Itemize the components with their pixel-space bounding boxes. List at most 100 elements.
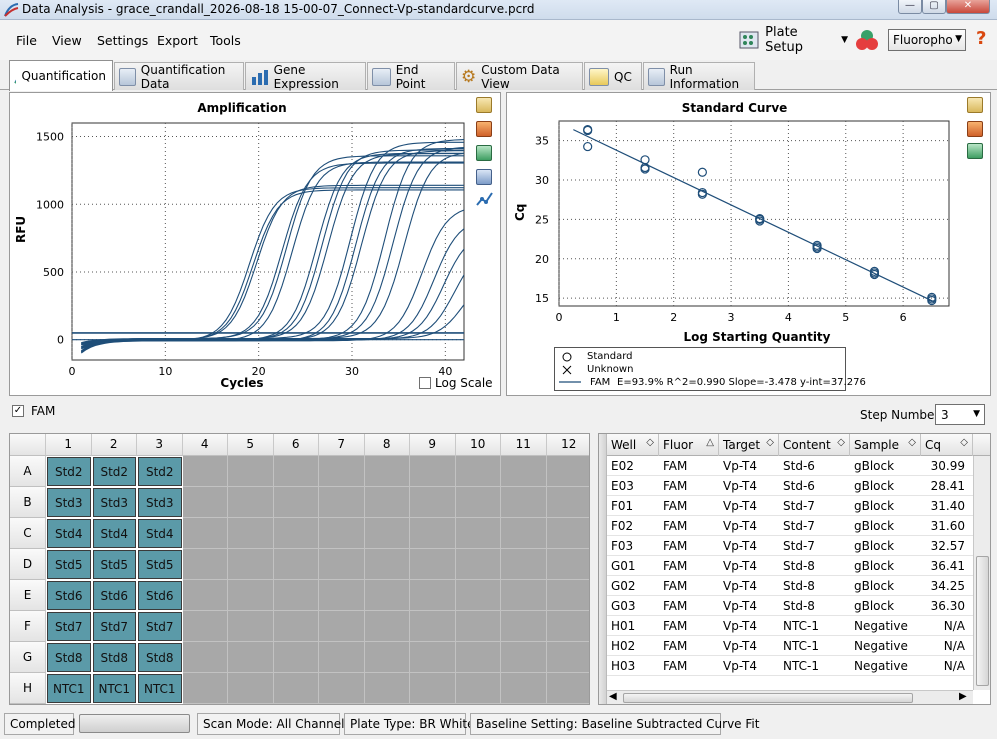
plate-well-empty[interactable]: [182, 518, 228, 549]
plate-row-header[interactable]: C: [10, 518, 46, 549]
plate-well-empty[interactable]: [501, 673, 547, 704]
table-row[interactable]: G01 FAM Vp-T4 Std-8 gBlock 36.41: [607, 556, 973, 576]
plate-row-header[interactable]: G: [10, 642, 46, 673]
plate-column-header[interactable]: 2: [91, 434, 137, 456]
plate-well[interactable]: Std7: [92, 612, 136, 641]
plate-well-empty[interactable]: [455, 673, 501, 704]
plate-row-header[interactable]: F: [10, 611, 46, 642]
plate-well-empty[interactable]: [455, 487, 501, 518]
plate-well[interactable]: Std2: [47, 457, 91, 486]
plate-well[interactable]: Std2: [92, 457, 136, 486]
plate-well-empty[interactable]: [273, 673, 319, 704]
tab-end-point[interactable]: End Point: [367, 62, 455, 91]
plate-well[interactable]: Std5: [92, 550, 136, 579]
plate-well-empty[interactable]: [501, 611, 547, 642]
sort-icon[interactable]: ◇: [960, 437, 968, 448]
log-scale-checkbox[interactable]: Log Scale: [419, 376, 493, 390]
plate-well-empty[interactable]: [182, 611, 228, 642]
plate-column-header[interactable]: 3: [137, 434, 183, 456]
chart-options-icon[interactable]: [476, 121, 492, 137]
menu-settings[interactable]: Settings: [97, 33, 148, 48]
maximize-button[interactable]: ▢: [922, 0, 946, 14]
plate-well-empty[interactable]: [546, 487, 589, 518]
plate-well-empty[interactable]: [319, 611, 365, 642]
plate-well-empty[interactable]: [455, 456, 501, 487]
tab-quantification[interactable]: Quantification: [9, 60, 113, 91]
plate-well[interactable]: Std4: [138, 519, 182, 548]
plate-well-empty[interactable]: [273, 549, 319, 580]
sort-icon[interactable]: ◇: [908, 437, 916, 448]
plate-well-empty[interactable]: [546, 642, 589, 673]
scroll-left-icon[interactable]: ◀: [609, 691, 617, 702]
copy-icon[interactable]: [967, 97, 983, 113]
plate-well-empty[interactable]: [319, 673, 365, 704]
plate-well-empty[interactable]: [546, 549, 589, 580]
plate-well[interactable]: Std6: [47, 581, 91, 610]
plate-column-header[interactable]: 7: [319, 434, 365, 456]
plate-well-empty[interactable]: [182, 549, 228, 580]
plate-well-empty[interactable]: [319, 549, 365, 580]
plate-column-header[interactable]: 8: [364, 434, 410, 456]
plate-well-empty[interactable]: [228, 580, 274, 611]
copy-icon[interactable]: [476, 97, 492, 113]
plate-well[interactable]: Std4: [47, 519, 91, 548]
plate-column-header[interactable]: 5: [228, 434, 274, 456]
menu-view[interactable]: View: [52, 33, 82, 48]
plate-well-empty[interactable]: [228, 518, 274, 549]
plate-well-empty[interactable]: [455, 580, 501, 611]
plate-well-empty[interactable]: [546, 456, 589, 487]
table-row[interactable]: F03 FAM Vp-T4 Std-7 gBlock 32.57: [607, 536, 973, 556]
plate-well-empty[interactable]: [410, 456, 456, 487]
plate-well-empty[interactable]: [273, 611, 319, 642]
plate-well-empty[interactable]: [364, 487, 410, 518]
plate-well-empty[interactable]: [546, 580, 589, 611]
plate-well-empty[interactable]: [455, 518, 501, 549]
plate-well[interactable]: NTC1: [47, 674, 91, 703]
menu-tools[interactable]: Tools: [210, 33, 241, 48]
trend-icon[interactable]: [476, 191, 494, 207]
plate-well-empty[interactable]: [410, 673, 456, 704]
plate-well[interactable]: Std3: [47, 488, 91, 517]
tab-gene-expression[interactable]: Gene Expression: [245, 62, 366, 91]
export-icon[interactable]: [476, 145, 492, 161]
plate-well-empty[interactable]: [546, 518, 589, 549]
table-row[interactable]: H02 FAM Vp-T4 NTC-1 Negative N/A: [607, 636, 973, 656]
vertical-scrollbar[interactable]: [973, 456, 990, 690]
plate-well-empty[interactable]: [228, 673, 274, 704]
table-row[interactable]: F01 FAM Vp-T4 Std-7 gBlock 31.40: [607, 496, 973, 516]
plate-well[interactable]: Std5: [138, 550, 182, 579]
plate-well-empty[interactable]: [455, 642, 501, 673]
plate-well-empty[interactable]: [546, 673, 589, 704]
sort-icon[interactable]: ◇: [837, 437, 845, 448]
checkbox-box[interactable]: [419, 377, 431, 389]
plate-well-empty[interactable]: [364, 456, 410, 487]
tab-qc[interactable]: QC: [584, 62, 642, 90]
well-group-button[interactable]: [853, 27, 881, 53]
plate-well-empty[interactable]: [410, 518, 456, 549]
plate-well-empty[interactable]: [182, 673, 228, 704]
plate-column-header[interactable]: 12: [546, 434, 589, 456]
plate-well-empty[interactable]: [319, 580, 365, 611]
column-header[interactable]: Sample ◇: [850, 434, 921, 456]
chart-options-icon[interactable]: [967, 121, 983, 137]
plate-well-empty[interactable]: [319, 487, 365, 518]
plate-well-empty[interactable]: [228, 549, 274, 580]
tab-quantification-data[interactable]: Quantification Data: [114, 62, 244, 91]
plate-well-empty[interactable]: [501, 456, 547, 487]
plate-well[interactable]: NTC1: [138, 674, 182, 703]
plate-row-header[interactable]: A: [10, 456, 46, 487]
plate-well-empty[interactable]: [501, 518, 547, 549]
plate-well-empty[interactable]: [228, 611, 274, 642]
plate-well[interactable]: Std3: [92, 488, 136, 517]
column-header[interactable]: Fluor △: [659, 434, 719, 456]
plate-well-empty[interactable]: [410, 642, 456, 673]
column-header[interactable]: Cq ◇: [921, 434, 973, 456]
plate-row-header[interactable]: H: [10, 673, 46, 704]
column-header[interactable]: Well ◇: [607, 434, 659, 456]
plate-well[interactable]: Std4: [92, 519, 136, 548]
plate-well[interactable]: Std3: [138, 488, 182, 517]
scrollbar-thumb[interactable]: [976, 556, 989, 686]
plate-well[interactable]: Std8: [47, 643, 91, 672]
plate-well-empty[interactable]: [319, 642, 365, 673]
plate-well-empty[interactable]: [182, 456, 228, 487]
